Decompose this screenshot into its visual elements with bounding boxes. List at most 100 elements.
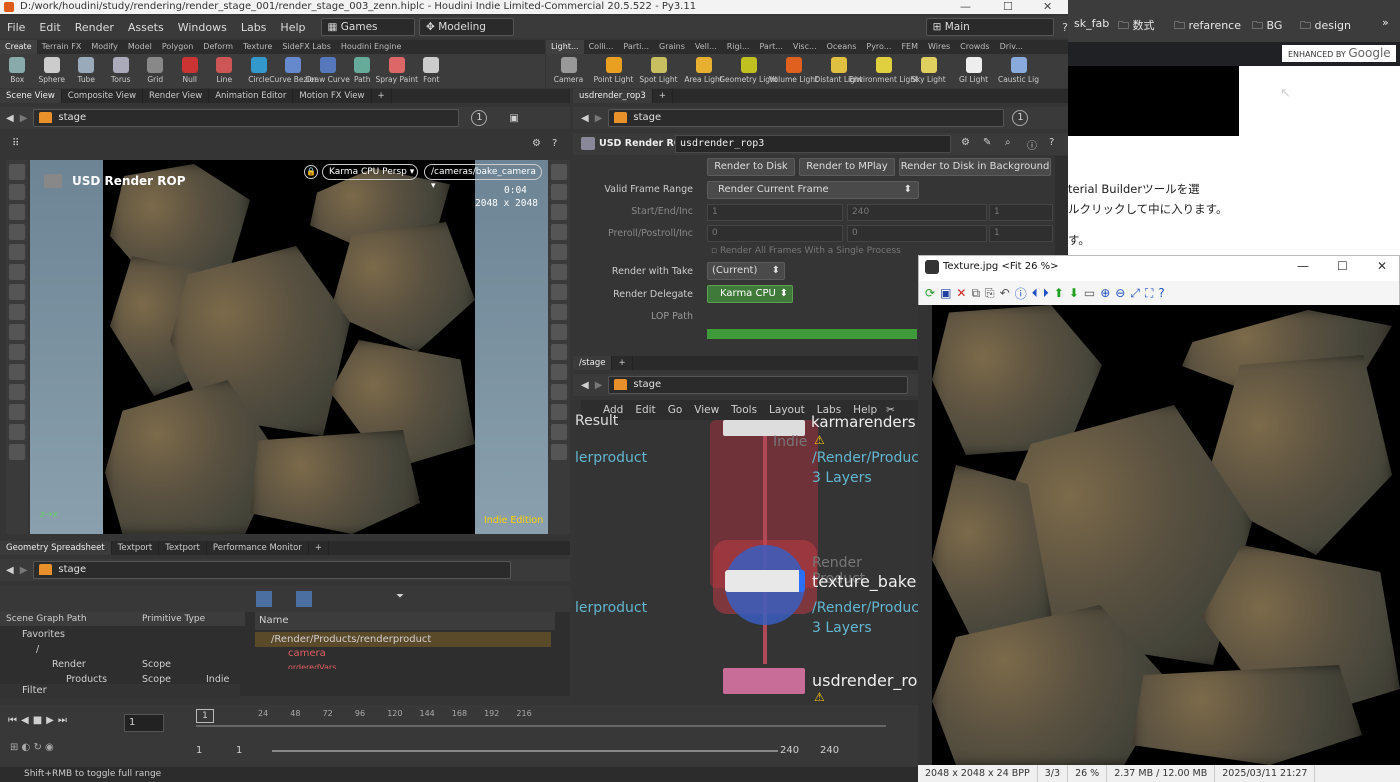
desktop-combo[interactable]: ▦ Games	[320, 18, 416, 36]
righttools-button-icon[interactable]	[551, 244, 567, 260]
jump-start-icon[interactable]: ⏮	[8, 715, 17, 733]
list-item[interactable]: camera	[288, 648, 326, 659]
viewer-help-icon[interactable]: ?	[1158, 286, 1164, 300]
more-bookmarks-icon[interactable]: »	[1382, 16, 1389, 29]
shelf-tab-right-3[interactable]: Grains	[654, 40, 690, 54]
create-tool-12[interactable]: Font	[414, 54, 449, 88]
menu-assets[interactable]: Assets	[121, 21, 171, 34]
table-row[interactable]: /	[0, 642, 245, 657]
menu-render[interactable]: Render	[68, 21, 121, 34]
menu-help[interactable]: Help	[273, 21, 312, 34]
timeline-ruler[interactable]: 1 24 48 72 96 120 144 168 192 216	[196, 709, 916, 739]
menu-edit[interactable]: Edit	[32, 21, 67, 34]
menu-file[interactable]: File	[0, 21, 32, 34]
texture-image[interactable]	[932, 305, 1400, 765]
list-item[interactable]: orderedVars	[288, 663, 336, 669]
righttools-button-icon[interactable]	[551, 344, 567, 360]
settings-icon[interactable]: ⚙	[532, 138, 541, 149]
light-tool-0[interactable]: Camera	[546, 54, 591, 88]
tab-geometry-spreadsheet[interactable]: Geometry Spreadsheet	[0, 541, 112, 555]
light-tool-7[interactable]: Environment Light	[849, 54, 918, 88]
info-icon[interactable]: ⓘ	[1027, 137, 1037, 152]
lefttools-button-icon[interactable]	[9, 264, 25, 280]
viewer-close-icon[interactable]: ✕	[1377, 259, 1387, 273]
filter-field[interactable]: Filter	[0, 684, 240, 698]
righttools-button-icon[interactable]	[551, 444, 567, 460]
preroll-field[interactable]: 0	[707, 225, 843, 242]
network-menu-edit[interactable]: Edit	[629, 404, 661, 416]
tab-textport-1[interactable]: Textport	[112, 541, 160, 555]
menu-windows[interactable]: Windows	[171, 21, 234, 34]
close-icon[interactable]: ✕	[1043, 0, 1052, 14]
lefttools-button-icon[interactable]	[9, 384, 25, 400]
shelf-tab-right-9[interactable]: Pyro...	[861, 40, 896, 54]
list-item[interactable]: /Render/Products/renderproduct	[255, 632, 551, 647]
shelf-tab-right-5[interactable]: Rigi...	[722, 40, 755, 54]
create-tool-1[interactable]: Sphere	[35, 54, 70, 88]
shelf-tab-right-10[interactable]: FEM	[896, 40, 923, 54]
righttools-button-icon[interactable]	[551, 184, 567, 200]
tab-performance-monitor[interactable]: Performance Monitor	[207, 541, 309, 555]
lefttools-button-icon[interactable]	[9, 364, 25, 380]
create-tool-6[interactable]: Line	[207, 54, 242, 88]
shelf-tab-3[interactable]: Model	[123, 40, 157, 54]
network-menu-tools[interactable]: Tools	[725, 404, 763, 416]
shelf-tab-0[interactable]: Create	[0, 40, 37, 54]
down-icon[interactable]: ⬇	[1069, 286, 1079, 300]
bookmark-item[interactable]: 🗀 design	[1300, 17, 1351, 36]
lefttools-button-icon[interactable]	[9, 184, 25, 200]
forward-arrow-icon[interactable]: ▶	[20, 113, 28, 124]
inc-field[interactable]: 1	[989, 204, 1053, 221]
lefttools-button-icon[interactable]	[9, 444, 25, 460]
shelf-tab-right-7[interactable]: Visc...	[788, 40, 822, 54]
righttools-button-icon[interactable]	[551, 424, 567, 440]
save-icon[interactable]: ▣	[940, 286, 951, 300]
lefttools-button-icon[interactable]	[9, 424, 25, 440]
bottom-back-arrow-icon[interactable]: ◀	[6, 565, 14, 576]
add-param-tab-icon[interactable]: +	[653, 89, 673, 103]
shelf-tab-5[interactable]: Deform	[198, 40, 238, 54]
shelf-tab-right-1[interactable]: Colli...	[584, 40, 619, 54]
renderer-menu[interactable]: Karma CPU Persp ▾	[322, 164, 418, 180]
tab-composite-view[interactable]: Composite View	[62, 89, 144, 103]
take-menu[interactable]: (Current) ⬍	[707, 262, 785, 280]
param-help-icon[interactable]: ?	[1049, 137, 1054, 148]
pin-icon[interactable]: 1	[471, 110, 488, 126]
next-icon[interactable]: ⏵	[1043, 286, 1049, 301]
light-tool-5[interactable]: Volume Light	[769, 54, 818, 88]
righttools-button-icon[interactable]	[551, 404, 567, 420]
shelf-tab-right-13[interactable]: Driv...	[995, 40, 1028, 54]
shelf-tab-right-2[interactable]: Parti...	[618, 40, 654, 54]
lefttools-button-icon[interactable]	[9, 164, 25, 180]
column-view-icon[interactable]	[296, 591, 312, 607]
shelf-tab-2[interactable]: Modify	[86, 40, 123, 54]
main-combo[interactable]: ⊞ Main	[925, 18, 1055, 36]
node-name-field[interactable]: usdrender_rop3	[675, 135, 951, 153]
create-tool-5[interactable]: Null	[173, 54, 208, 88]
network-editor[interactable]: Add Edit Go View Tools Layout Labs Help …	[573, 400, 918, 705]
up-icon[interactable]: ⬆	[1054, 286, 1064, 300]
network-menu-layout[interactable]: Layout	[763, 404, 811, 416]
range-end-field[interactable]: 240	[780, 743, 816, 759]
tab-textport-2[interactable]: Textport	[159, 541, 207, 555]
tab-scene-view[interactable]: Scene View	[0, 89, 62, 103]
range-end2-field[interactable]: 240	[820, 743, 856, 759]
network-back-arrow-icon[interactable]: ◀	[581, 380, 589, 391]
create-tool-9[interactable]: Draw Curve	[306, 54, 350, 88]
image-info-icon[interactable]: ⓘ	[1015, 285, 1027, 302]
render-to-mplay-button[interactable]: Render to MPlay	[799, 158, 895, 176]
lefttools-button-icon[interactable]	[9, 344, 25, 360]
zoom-out-icon[interactable]: ⊖	[1115, 286, 1125, 300]
open-icon[interactable]: ⟳	[925, 286, 935, 300]
range-slider[interactable]	[272, 750, 778, 752]
add-network-tab-icon[interactable]: +	[612, 356, 633, 370]
create-tool-11[interactable]: Spray Paint	[375, 54, 418, 88]
righttools-button-icon[interactable]	[551, 364, 567, 380]
add-tab-icon[interactable]: +	[372, 89, 392, 103]
preroll-inc-field[interactable]: 1	[989, 225, 1053, 242]
shelf-tab-right-12[interactable]: Crowds	[955, 40, 994, 54]
righttools-button-icon[interactable]	[551, 264, 567, 280]
light-tool-4[interactable]: Geometry Light	[719, 54, 778, 88]
lock-icon[interactable]: 🔒	[304, 165, 318, 179]
lefttools-button-icon[interactable]	[9, 244, 25, 260]
